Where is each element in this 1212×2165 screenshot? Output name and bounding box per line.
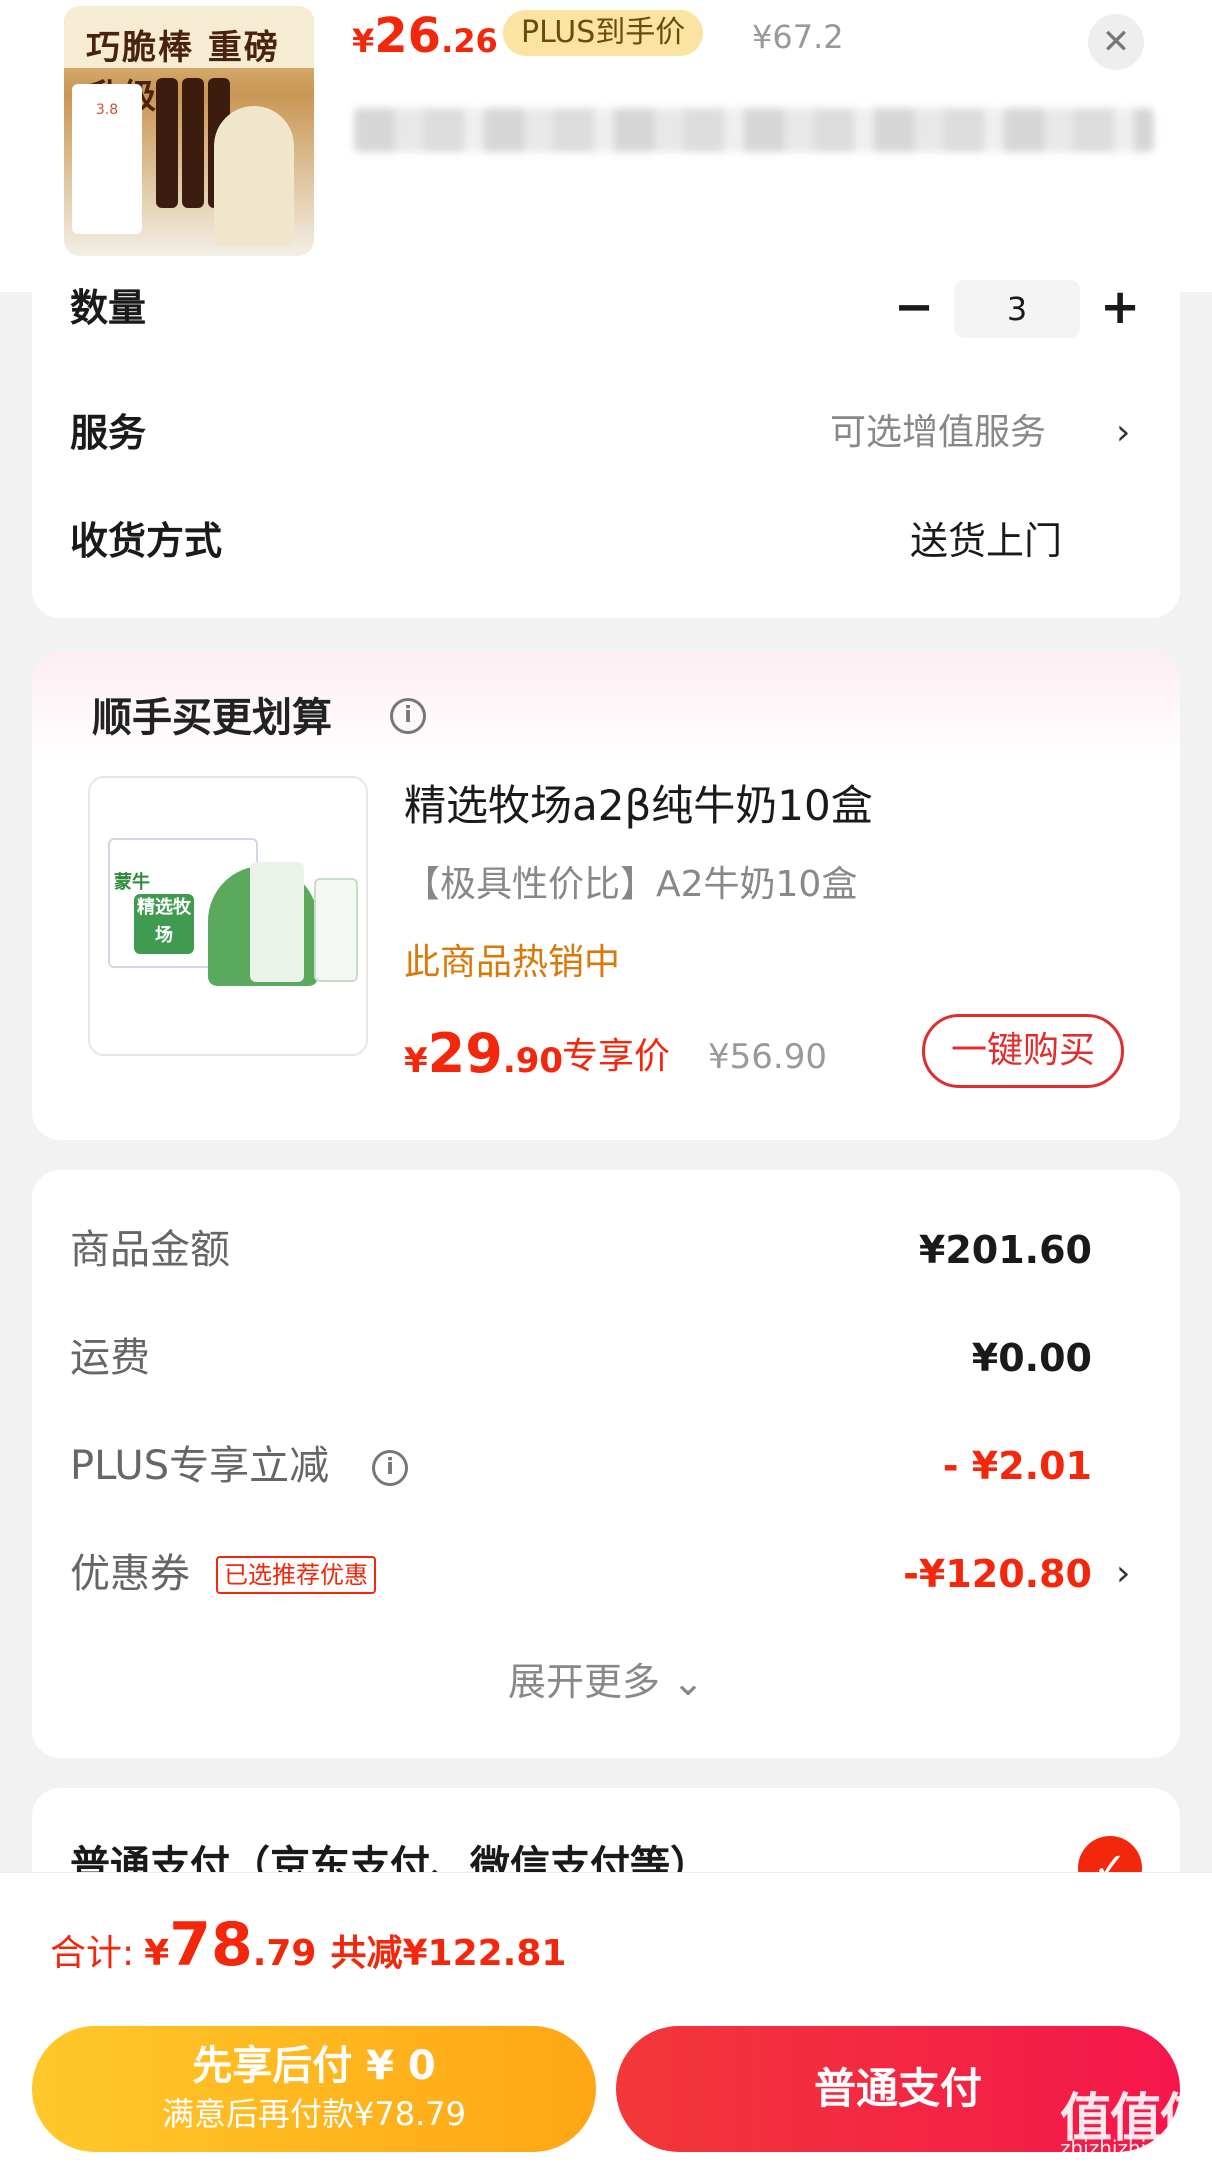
recommend-price: ¥ 29 .90 (404, 1022, 563, 1086)
coupon-recommended-tag: 已选推荐优惠 (216, 1556, 376, 1594)
plus-price-tag: PLUS到手价 (503, 10, 704, 56)
price-integer: 26 (374, 8, 442, 64)
exclusive-price-label: 专享价 (562, 1036, 671, 1077)
expand-more-button[interactable]: 展开更多 ⌄ (0, 1654, 1212, 1710)
freight-value: ¥0.00 (971, 1336, 1092, 1380)
quantity-label: 数量 (70, 286, 147, 330)
plus-discount-value: - ¥2.01 (942, 1444, 1092, 1488)
watermark-url: zhizhizhi.com (1060, 2136, 1196, 2160)
milk-product-image[interactable]: 蒙牛 精选牧场 (88, 776, 368, 1056)
coupon-label: 优惠券 (70, 1551, 190, 1597)
service-selector[interactable]: 可选增值服务 (830, 408, 1046, 458)
plus-price: ¥ 26 .26 (352, 8, 498, 64)
price-decimal: .26 (441, 22, 498, 60)
recommend-original-price: ¥56.90 (708, 1037, 827, 1077)
shipping-label: 收货方式 (70, 519, 223, 563)
price-symbol: ¥ (404, 1041, 428, 1081)
one-click-buy-button[interactable]: 一键购买 (922, 1014, 1124, 1088)
recommend-product-desc: 【极具性价比】A2牛奶10盒 (404, 864, 858, 905)
quantity-input[interactable]: 3 (954, 280, 1080, 338)
coupon-value[interactable]: -¥120.80 (903, 1546, 1092, 1602)
recommend-title: 顺手买更划算 (92, 695, 332, 741)
pay-later-button[interactable]: 先享后付 ¥ 0 满意后再付款¥78.79 (32, 2026, 596, 2152)
chevron-right-icon[interactable]: › (1116, 408, 1130, 458)
order-total: 合计: ¥ 78 .79 共减¥122.81 (50, 1910, 566, 1980)
thumbnail-model (214, 106, 294, 246)
quantity-minus-button[interactable]: − (894, 283, 934, 331)
goods-amount-label: 商品金额 (70, 1227, 230, 1273)
price-decimal: .90 (502, 1041, 564, 1081)
total-saving: 共减¥122.81 (330, 1933, 567, 1974)
original-price: ¥67.2 (752, 18, 844, 56)
total-label: 合计: (50, 1933, 135, 1974)
info-icon[interactable]: i (390, 698, 426, 734)
pay-later-subtitle: 满意后再付款¥78.79 (162, 2095, 466, 2133)
total-integer: 78 (169, 1910, 253, 1980)
plus-discount-label: PLUS专享立减 (70, 1443, 330, 1489)
goods-amount-value: ¥201.60 (918, 1228, 1092, 1272)
chocolate-bar (182, 78, 204, 208)
milk-brand: 蒙牛 (114, 872, 150, 893)
recommend-product-name[interactable]: 精选牧场a2β纯牛奶10盒 (404, 778, 873, 834)
milk-label: 精选牧场 (134, 894, 194, 954)
blurred-address (354, 108, 1154, 152)
product-thumbnail: 巧脆棒 重磅升级 3.8 (64, 6, 314, 256)
price-integer: 29 (427, 1022, 503, 1085)
total-symbol: ¥ (144, 1933, 170, 1974)
chocolate-bar (156, 78, 178, 208)
price-symbol: ¥ (352, 22, 375, 60)
quantity-plus-button[interactable]: + (1100, 283, 1140, 331)
chevron-right-icon[interactable]: › (1116, 1546, 1130, 1602)
freight-label: 运费 (70, 1335, 150, 1381)
pay-later-title: 先享后付 ¥ 0 (192, 2043, 436, 2089)
close-icon[interactable]: ✕ (1088, 14, 1144, 70)
service-label: 服务 (70, 411, 147, 455)
hot-sale-text: 此商品热销中 (404, 942, 621, 983)
milk-carton (314, 878, 358, 982)
total-decimal: .79 (252, 1933, 317, 1974)
shipping-method[interactable]: 送货上门 (910, 516, 1062, 566)
thumbnail-promo-text: 3.8 (95, 102, 119, 118)
thumbnail-promo-card: 3.8 (72, 84, 142, 234)
milk-carton (250, 862, 304, 982)
info-icon[interactable]: i (372, 1450, 408, 1486)
